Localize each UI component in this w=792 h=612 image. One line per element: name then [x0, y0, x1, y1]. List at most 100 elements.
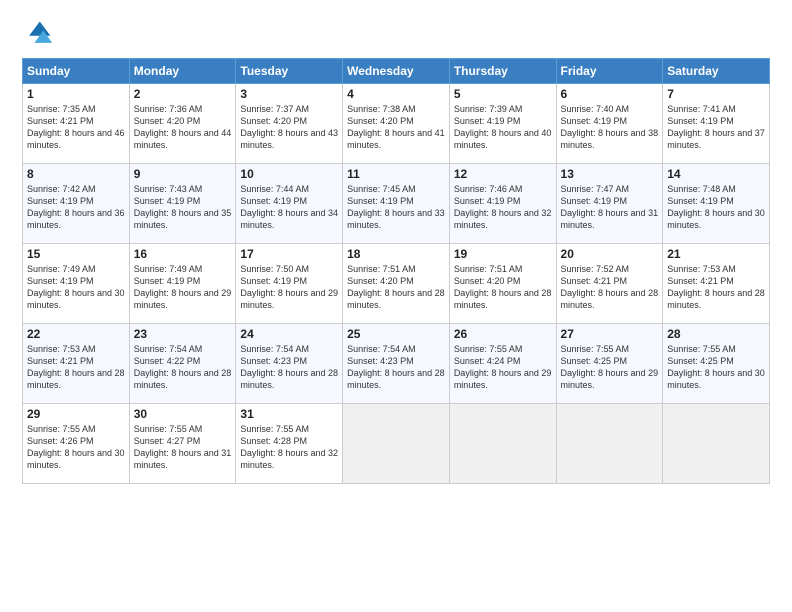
calendar-cell: 1 Sunrise: 7:35 AMSunset: 4:21 PMDaylight…	[23, 84, 130, 164]
day-number: 19	[454, 247, 552, 261]
calendar-cell: 24 Sunrise: 7:54 AMSunset: 4:23 PMDayligh…	[236, 324, 343, 404]
cell-info: Sunrise: 7:43 AMSunset: 4:19 PMDaylight:…	[134, 183, 232, 232]
calendar-cell	[449, 404, 556, 484]
calendar-cell: 27 Sunrise: 7:55 AMSunset: 4:25 PMDayligh…	[556, 324, 663, 404]
day-number: 6	[561, 87, 659, 101]
cell-info: Sunrise: 7:55 AMSunset: 4:24 PMDaylight:…	[454, 343, 552, 392]
day-number: 8	[27, 167, 125, 181]
calendar-cell: 12Sunrise: 7:46 AMSunset: 4:19 PMDayligh…	[449, 164, 556, 244]
cell-info: Sunrise: 7:55 AMSunset: 4:27 PMDaylight:…	[134, 423, 232, 472]
day-number: 17	[240, 247, 338, 261]
calendar-cell: 7 Sunrise: 7:41 AMSunset: 4:19 PMDaylight…	[663, 84, 770, 164]
logo-icon	[22, 18, 54, 50]
cell-info: Sunrise: 7:53 AMSunset: 4:21 PMDaylight:…	[27, 343, 125, 392]
calendar-cell	[663, 404, 770, 484]
cell-info: Sunrise: 7:53 AMSunset: 4:21 PMDaylight:…	[667, 263, 765, 312]
day-number: 1	[27, 87, 125, 101]
cell-info: Sunrise: 7:54 AMSunset: 4:22 PMDaylight:…	[134, 343, 232, 392]
day-number: 14	[667, 167, 765, 181]
calendar-cell: 4 Sunrise: 7:38 AMSunset: 4:20 PMDaylight…	[343, 84, 450, 164]
calendar-cell: 9 Sunrise: 7:43 AMSunset: 4:19 PMDaylight…	[129, 164, 236, 244]
calendar-cell: 6 Sunrise: 7:40 AMSunset: 4:19 PMDaylight…	[556, 84, 663, 164]
cell-info: Sunrise: 7:40 AMSunset: 4:19 PMDaylight:…	[561, 103, 659, 152]
cell-info: Sunrise: 7:38 AMSunset: 4:20 PMDaylight:…	[347, 103, 445, 152]
calendar-cell: 26 Sunrise: 7:55 AMSunset: 4:24 PMDayligh…	[449, 324, 556, 404]
calendar-cell: 13 Sunrise: 7:47 AMSunset: 4:19 PMDayligh…	[556, 164, 663, 244]
calendar-cell: 28Sunrise: 7:55 AMSunset: 4:25 PMDayligh…	[663, 324, 770, 404]
day-number: 23	[134, 327, 232, 341]
cell-info: Sunrise: 7:55 AMSunset: 4:25 PMDaylight:…	[561, 343, 659, 392]
cell-info: Sunrise: 7:49 AMSunset: 4:19 PMDaylight:…	[134, 263, 232, 312]
calendar-cell: 31 Sunrise: 7:55 AMSunset: 4:28 PMDayligh…	[236, 404, 343, 484]
page: SundayMondayTuesdayWednesdayThursdayFrid…	[0, 0, 792, 612]
calendar-week-5: 29 Sunrise: 7:55 AMSunset: 4:26 PMDayligh…	[23, 404, 770, 484]
day-number: 15	[27, 247, 125, 261]
day-number: 28	[667, 327, 765, 341]
cell-info: Sunrise: 7:36 AMSunset: 4:20 PMDaylight:…	[134, 103, 232, 152]
day-number: 25	[347, 327, 445, 341]
cell-info: Sunrise: 7:42 AMSunset: 4:19 PMDaylight:…	[27, 183, 125, 232]
col-header-wednesday: Wednesday	[343, 59, 450, 84]
calendar-cell: 3 Sunrise: 7:37 AMSunset: 4:20 PMDaylight…	[236, 84, 343, 164]
calendar-cell: 22 Sunrise: 7:53 AMSunset: 4:21 PMDayligh…	[23, 324, 130, 404]
calendar-cell: 21Sunrise: 7:53 AMSunset: 4:21 PMDayligh…	[663, 244, 770, 324]
cell-info: Sunrise: 7:54 AMSunset: 4:23 PMDaylight:…	[347, 343, 445, 392]
day-number: 11	[347, 167, 445, 181]
day-number: 20	[561, 247, 659, 261]
col-header-friday: Friday	[556, 59, 663, 84]
cell-info: Sunrise: 7:54 AMSunset: 4:23 PMDaylight:…	[240, 343, 338, 392]
col-header-thursday: Thursday	[449, 59, 556, 84]
cell-info: Sunrise: 7:55 AMSunset: 4:26 PMDaylight:…	[27, 423, 125, 472]
day-number: 2	[134, 87, 232, 101]
calendar-cell: 20 Sunrise: 7:52 AMSunset: 4:21 PMDayligh…	[556, 244, 663, 324]
calendar-cell: 16 Sunrise: 7:49 AMSunset: 4:19 PMDayligh…	[129, 244, 236, 324]
calendar-week-1: 1 Sunrise: 7:35 AMSunset: 4:21 PMDaylight…	[23, 84, 770, 164]
day-number: 27	[561, 327, 659, 341]
col-header-saturday: Saturday	[663, 59, 770, 84]
day-number: 22	[27, 327, 125, 341]
logo	[22, 18, 58, 50]
cell-info: Sunrise: 7:51 AMSunset: 4:20 PMDaylight:…	[347, 263, 445, 312]
cell-info: Sunrise: 7:39 AMSunset: 4:19 PMDaylight:…	[454, 103, 552, 152]
col-header-tuesday: Tuesday	[236, 59, 343, 84]
calendar-cell	[343, 404, 450, 484]
day-number: 29	[27, 407, 125, 421]
calendar-header-row: SundayMondayTuesdayWednesdayThursdayFrid…	[23, 59, 770, 84]
cell-info: Sunrise: 7:55 AMSunset: 4:28 PMDaylight:…	[240, 423, 338, 472]
col-header-sunday: Sunday	[23, 59, 130, 84]
day-number: 4	[347, 87, 445, 101]
cell-info: Sunrise: 7:51 AMSunset: 4:20 PMDaylight:…	[454, 263, 552, 312]
calendar-cell: 8 Sunrise: 7:42 AMSunset: 4:19 PMDaylight…	[23, 164, 130, 244]
cell-info: Sunrise: 7:48 AMSunset: 4:19 PMDaylight:…	[667, 183, 765, 232]
cell-info: Sunrise: 7:52 AMSunset: 4:21 PMDaylight:…	[561, 263, 659, 312]
calendar-week-4: 22 Sunrise: 7:53 AMSunset: 4:21 PMDayligh…	[23, 324, 770, 404]
calendar-cell: 11Sunrise: 7:45 AMSunset: 4:19 PMDayligh…	[343, 164, 450, 244]
cell-info: Sunrise: 7:41 AMSunset: 4:19 PMDaylight:…	[667, 103, 765, 152]
calendar-week-2: 8 Sunrise: 7:42 AMSunset: 4:19 PMDaylight…	[23, 164, 770, 244]
day-number: 13	[561, 167, 659, 181]
day-number: 31	[240, 407, 338, 421]
day-number: 7	[667, 87, 765, 101]
calendar-week-3: 15 Sunrise: 7:49 AMSunset: 4:19 PMDayligh…	[23, 244, 770, 324]
day-number: 12	[454, 167, 552, 181]
day-number: 9	[134, 167, 232, 181]
calendar: SundayMondayTuesdayWednesdayThursdayFrid…	[22, 58, 770, 484]
day-number: 24	[240, 327, 338, 341]
day-number: 3	[240, 87, 338, 101]
cell-info: Sunrise: 7:37 AMSunset: 4:20 PMDaylight:…	[240, 103, 338, 152]
calendar-cell: 19 Sunrise: 7:51 AMSunset: 4:20 PMDayligh…	[449, 244, 556, 324]
day-number: 26	[454, 327, 552, 341]
col-header-monday: Monday	[129, 59, 236, 84]
cell-info: Sunrise: 7:47 AMSunset: 4:19 PMDaylight:…	[561, 183, 659, 232]
calendar-cell: 23 Sunrise: 7:54 AMSunset: 4:22 PMDayligh…	[129, 324, 236, 404]
cell-info: Sunrise: 7:44 AMSunset: 4:19 PMDaylight:…	[240, 183, 338, 232]
calendar-cell: 29 Sunrise: 7:55 AMSunset: 4:26 PMDayligh…	[23, 404, 130, 484]
calendar-cell: 18Sunrise: 7:51 AMSunset: 4:20 PMDayligh…	[343, 244, 450, 324]
calendar-cell: 2 Sunrise: 7:36 AMSunset: 4:20 PMDaylight…	[129, 84, 236, 164]
cell-info: Sunrise: 7:49 AMSunset: 4:19 PMDaylight:…	[27, 263, 125, 312]
calendar-cell: 14 Sunrise: 7:48 AMSunset: 4:19 PMDayligh…	[663, 164, 770, 244]
day-number: 16	[134, 247, 232, 261]
cell-info: Sunrise: 7:35 AMSunset: 4:21 PMDaylight:…	[27, 103, 125, 152]
header	[22, 18, 770, 50]
cell-info: Sunrise: 7:50 AMSunset: 4:19 PMDaylight:…	[240, 263, 338, 312]
